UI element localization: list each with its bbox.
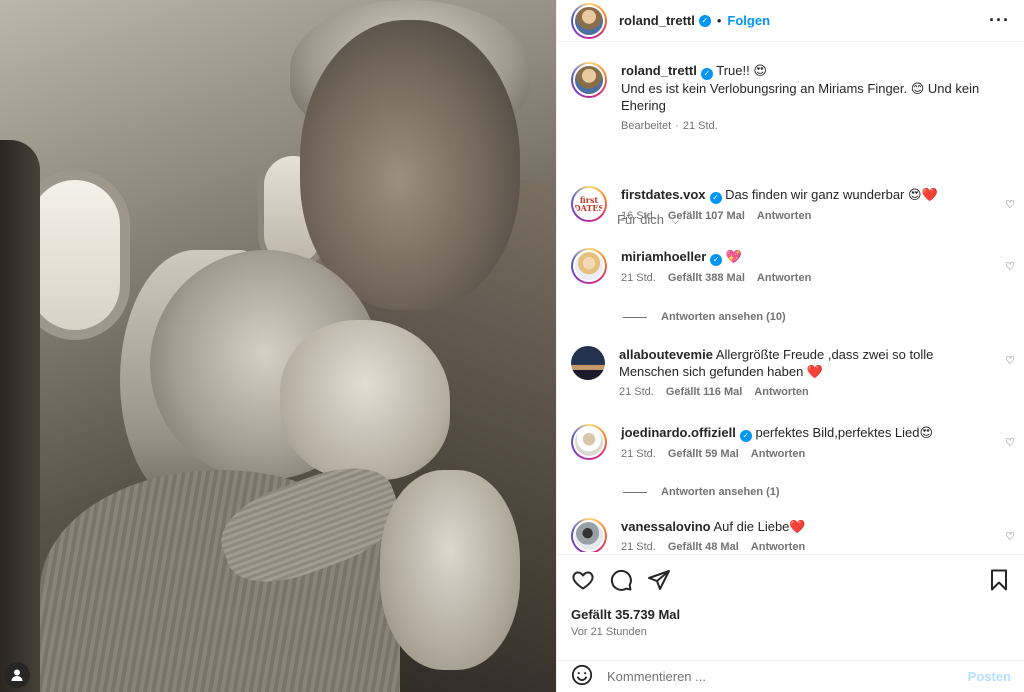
reply-button[interactable]: Antworten bbox=[751, 541, 805, 552]
post-photo[interactable] bbox=[0, 0, 556, 692]
post-comment-button[interactable]: Posten bbox=[968, 669, 1011, 684]
author-avatar[interactable] bbox=[571, 2, 607, 39]
replies-divider bbox=[623, 316, 647, 318]
reply-button[interactable]: Antworten bbox=[751, 448, 805, 460]
comments-list[interactable]: roland_trettl ✓ True!! 😍 Und es ist kein … bbox=[557, 52, 1024, 552]
replies-divider bbox=[623, 491, 647, 493]
reply-button[interactable]: Antworten bbox=[757, 272, 811, 284]
comment-time: 21 Std. bbox=[621, 448, 656, 460]
post-timestamp: Vor 21 Stunden bbox=[571, 626, 647, 638]
view-replies-button[interactable]: Antworten ansehen (10) bbox=[623, 311, 786, 323]
like-comment-heart-icon[interactable]: ♡ bbox=[1005, 530, 1015, 543]
man-face bbox=[300, 20, 520, 310]
comment-username[interactable]: vanessalovino bbox=[621, 519, 711, 534]
airplane-seat bbox=[0, 140, 40, 692]
post-actions: Gefällt 35.739 Mal Vor 21 Stunden bbox=[557, 554, 1024, 638]
share-icon[interactable] bbox=[647, 568, 671, 592]
caption: roland_trettl ✓ True!! 😍 Und es ist kein … bbox=[557, 62, 1024, 132]
comment-likes[interactable]: Gefällt 48 Mal bbox=[668, 541, 739, 552]
comment-text: Auf die Liebe❤️ bbox=[713, 519, 806, 534]
comment-time: 16 Std. bbox=[621, 210, 656, 222]
verified-icon: ✓ bbox=[739, 430, 752, 442]
post-side-panel: roland_trettl ✓ • Folgen ··· roland_tret… bbox=[556, 0, 1024, 692]
hands-clasped bbox=[380, 470, 520, 670]
comment-time: 21 Std. bbox=[619, 386, 654, 398]
commenter-avatar[interactable] bbox=[571, 346, 605, 380]
caption-username[interactable]: roland_trettl bbox=[621, 63, 697, 78]
like-comment-heart-icon[interactable]: ♡ bbox=[1005, 354, 1015, 367]
caption-text-line2: Und es ist kein Verlobungsring an Miriam… bbox=[621, 81, 980, 113]
view-replies-button[interactable]: Antworten ansehen (1) bbox=[623, 486, 780, 498]
emoji-icon[interactable] bbox=[571, 664, 593, 689]
separator-dot: • bbox=[716, 13, 722, 28]
comment-username[interactable]: firstdates.vox bbox=[621, 187, 706, 202]
like-comment-heart-icon[interactable]: ♡ bbox=[1005, 260, 1015, 273]
author-avatar[interactable] bbox=[571, 62, 607, 98]
reply-button[interactable]: Antworten bbox=[754, 386, 808, 398]
joe-avatar bbox=[573, 426, 605, 458]
comment-item: miriamhoeller ✓ 💖 21 Std. Gefällt 388 Mal A… bbox=[557, 248, 1024, 284]
comment-text: perfektes Bild,perfektes Lied😍 bbox=[755, 425, 934, 440]
commenter-avatar[interactable] bbox=[571, 518, 607, 552]
separator-dot: · bbox=[675, 120, 679, 132]
commenter-avatar[interactable] bbox=[571, 248, 607, 284]
vanessa-avatar bbox=[573, 520, 605, 552]
comment-likes[interactable]: Gefällt 107 Mal bbox=[668, 210, 745, 222]
verified-icon: ✓ bbox=[710, 254, 723, 266]
caption-time: 21 Std. bbox=[682, 120, 718, 132]
comment-username[interactable]: allaboutevemie bbox=[619, 347, 713, 362]
heart-icon[interactable] bbox=[571, 568, 595, 592]
comment-text: 💖 bbox=[725, 249, 743, 264]
comment-username[interactable]: joedinardo.offiziell bbox=[621, 425, 736, 440]
comment-time: 21 Std. bbox=[621, 272, 656, 284]
comment-likes[interactable]: Gefällt 59 Mal bbox=[668, 448, 739, 460]
comment-time: 21 Std. bbox=[621, 541, 656, 552]
comment-username[interactable]: miriamhoeller bbox=[621, 249, 706, 264]
like-comment-heart-icon[interactable]: ♡ bbox=[1005, 436, 1015, 449]
comment-input[interactable] bbox=[607, 669, 968, 684]
comment-composer: Posten bbox=[557, 660, 1024, 692]
verified-icon: ✓ bbox=[709, 192, 722, 204]
comment-item: joedinardo.offiziell ✓ perfektes Bild,per… bbox=[557, 424, 1024, 460]
comment-likes[interactable]: Gefällt 388 Mal bbox=[668, 272, 745, 284]
commenter-avatar[interactable]: first DATES bbox=[571, 186, 607, 222]
miriam-avatar bbox=[573, 250, 605, 282]
view-replies-label: Antworten ansehen (1) bbox=[661, 486, 780, 498]
likes-count[interactable]: Gefällt 35.739 Mal bbox=[571, 607, 1011, 622]
comment-item: vanessalovino Auf die Liebe❤️ 21 Std. Gef… bbox=[557, 518, 1024, 552]
comment-item: first DATES firstdates.vox ✓ Das finden w… bbox=[557, 186, 1024, 222]
first-dates-logo: first DATES bbox=[573, 188, 605, 220]
post-header: roland_trettl ✓ • Folgen ··· bbox=[557, 0, 1024, 42]
verified-icon: ✓ bbox=[700, 68, 713, 80]
reply-button[interactable]: Antworten bbox=[757, 210, 811, 222]
author-username[interactable]: roland_trettl bbox=[619, 13, 695, 28]
follow-button[interactable]: Folgen bbox=[727, 13, 770, 28]
hand bbox=[280, 320, 450, 480]
verified-icon: ✓ bbox=[698, 14, 711, 27]
comment-icon[interactable] bbox=[609, 568, 633, 592]
caption-edited: Bearbeitet bbox=[621, 120, 672, 132]
comment-item: allaboutevemie Allergrößte Freude ,dass … bbox=[557, 346, 1024, 398]
view-replies-label: Antworten ansehen (10) bbox=[661, 311, 786, 323]
caption-text-line1: True!! 😍 bbox=[716, 63, 767, 78]
commenter-avatar[interactable] bbox=[571, 424, 607, 460]
comment-likes[interactable]: Gefällt 116 Mal bbox=[666, 386, 742, 398]
like-comment-heart-icon[interactable]: ♡ bbox=[1005, 198, 1015, 211]
user-profile-icon[interactable] bbox=[4, 662, 30, 688]
comment-text: Das finden wir ganz wunderbar 😍❤️ bbox=[725, 187, 938, 202]
more-options-icon[interactable]: ··· bbox=[989, 10, 1010, 31]
bookmark-icon[interactable] bbox=[987, 568, 1011, 592]
